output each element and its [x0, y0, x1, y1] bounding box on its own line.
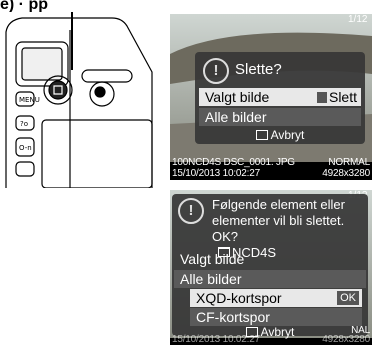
camera-screen-delete-confirm: 1/12 ! Følgende element eller elementer … [170, 190, 372, 345]
camera-screen-delete-prompt: 1/12 ! Slette? Valgt bilde Slett Alle bi… [170, 14, 372, 180]
status-folder-file: 100NCD4S DSC_0001. JPG [172, 157, 295, 168]
delete-hint-label: Slett [328, 89, 357, 105]
option-all-images[interactable]: Alle bilder [174, 270, 366, 288]
status-image-size: 4928x3280 [322, 168, 370, 179]
option-all-images[interactable]: Alle bilder [199, 108, 361, 126]
svg-text:?o: ?o [20, 120, 28, 128]
dialog-message-line2: elementer vil bli slettet. OK? [212, 213, 345, 244]
playback-button-icon [255, 130, 268, 140]
frame-counter: 1/12 [348, 14, 368, 25]
cancel-hint[interactable]: Avbryt [195, 128, 365, 142]
svg-text:MENU: MENU [19, 96, 40, 104]
submenu-xqd-slot[interactable]: XQD-kortspor OK [190, 289, 362, 307]
option-selected-image[interactable]: Valgt bilde [174, 250, 366, 268]
dialog-title: Slette? [235, 61, 282, 78]
status-image-size: 4928x3280 [322, 334, 370, 345]
cut-off-heading: e) · pp [0, 0, 48, 12]
ok-badge: OK [337, 291, 359, 305]
question-icon: ! [178, 198, 204, 224]
question-icon: ! [203, 58, 229, 84]
trash-icon [316, 92, 327, 103]
cancel-label: Avbryt [260, 325, 295, 339]
cancel-label: Avbryt [270, 128, 305, 142]
delete-hint: Slett [316, 88, 357, 106]
delete-dialog: ! Slette? Valgt bilde Slett Alle bilder … [195, 52, 365, 144]
dialog-message-line1: Følgende element eller [212, 197, 345, 212]
status-quality: NORMAL [328, 157, 370, 168]
option-selected-image[interactable]: Valgt bilde Slett [199, 88, 361, 106]
submenu-cf-slot[interactable]: CF-kortspor [190, 308, 362, 326]
submenu-label: XQD-kortspor [196, 290, 282, 306]
status-datetime: 15/10/2013 10:02:27 [172, 168, 260, 179]
camera-back-illustration: MENU ?o O-n [5, 12, 153, 188]
confirm-dialog: ! Følgende element eller elementer vil b… [172, 194, 368, 339]
status-datetime: 15/10/2013 10:02:27 [172, 334, 260, 345]
option-label: Valgt bilde [205, 89, 270, 105]
svg-text:O-n: O-n [19, 144, 32, 152]
